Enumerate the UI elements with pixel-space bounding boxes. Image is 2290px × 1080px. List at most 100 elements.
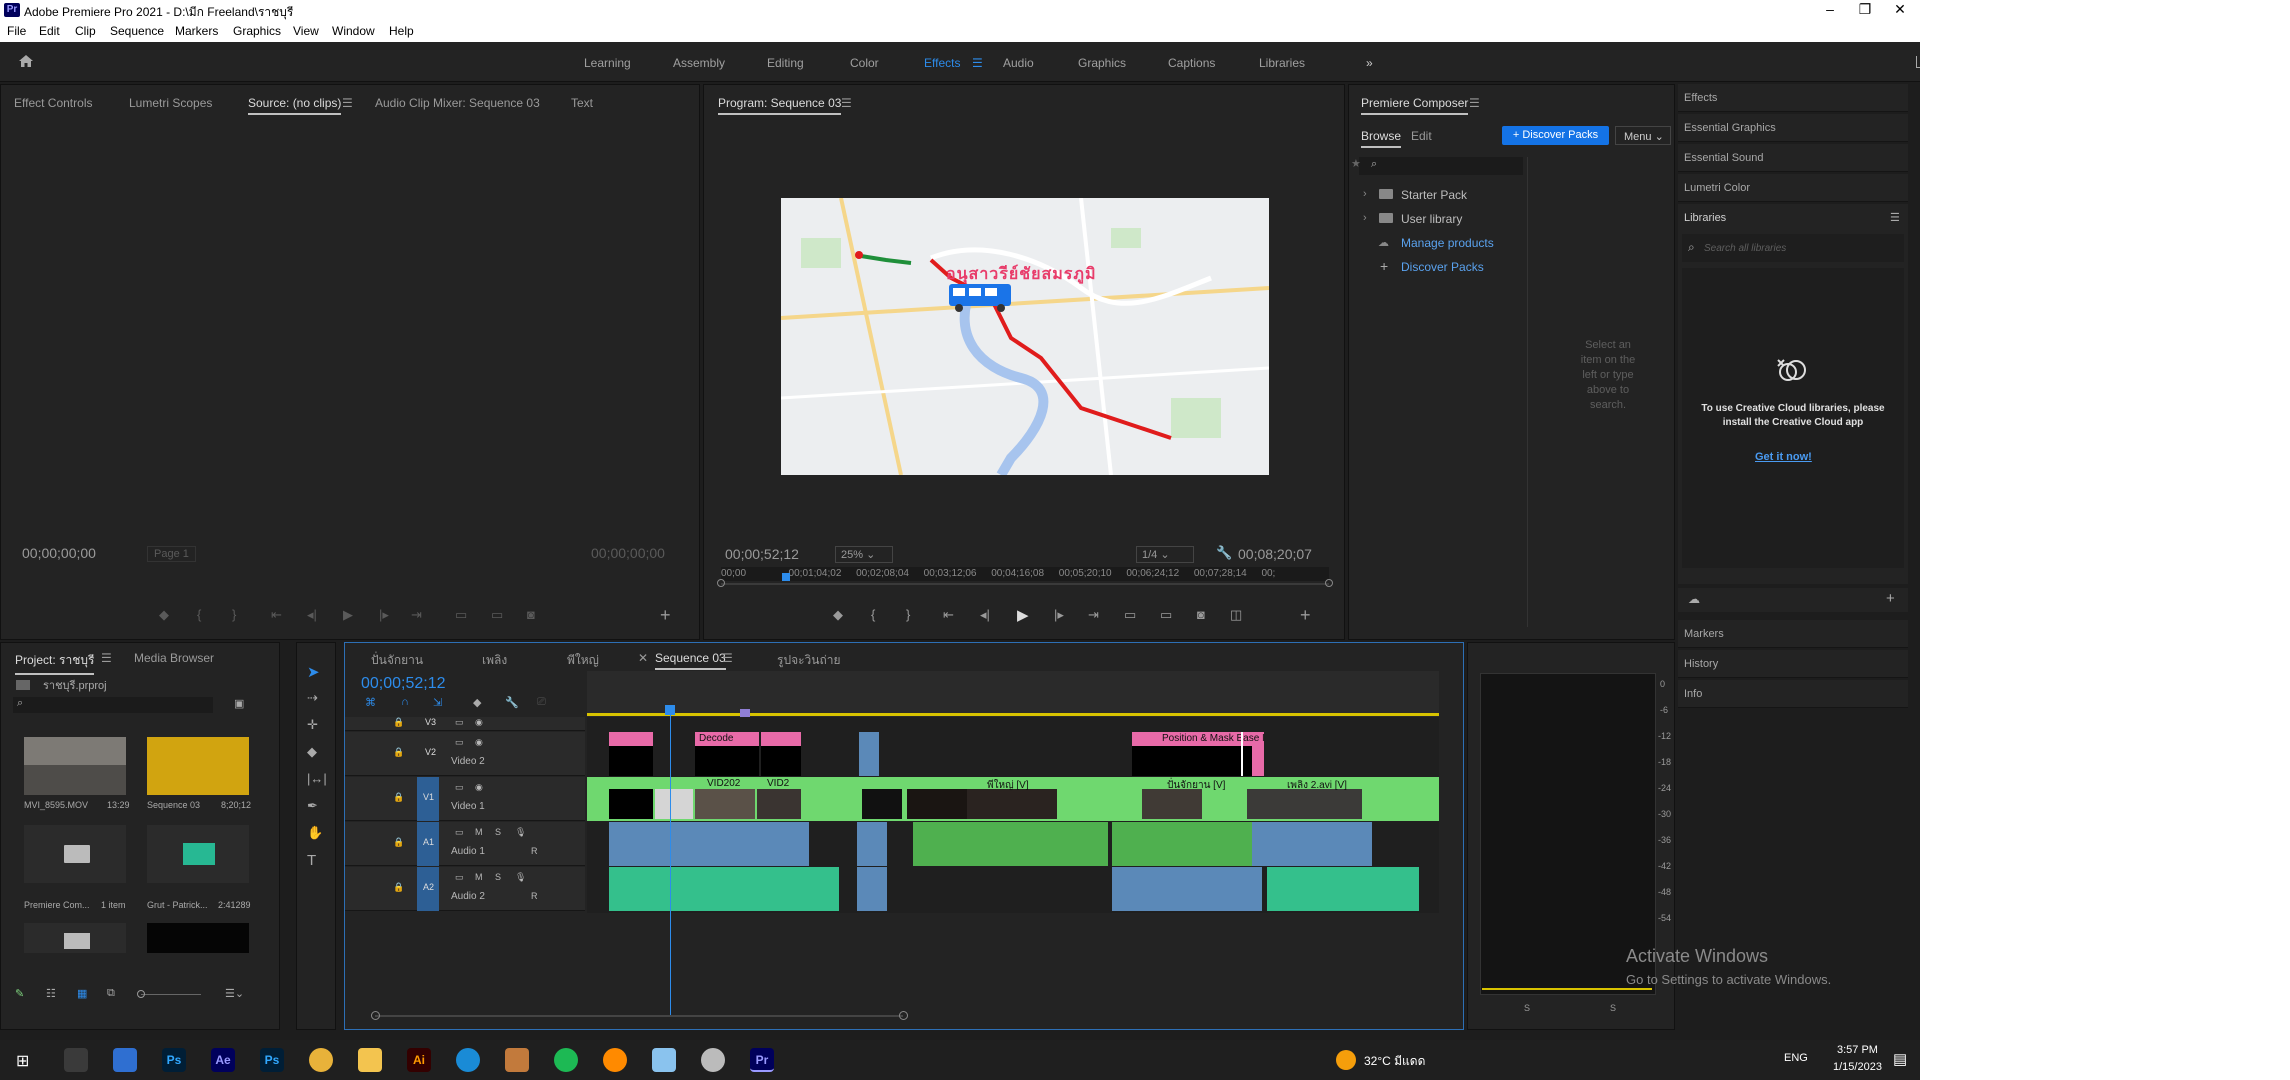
eye-icon[interactable]: ◉ (475, 782, 483, 793)
captions-icon[interactable]: ⎚ (537, 696, 546, 709)
meter-solo-left[interactable]: S (1524, 1003, 1530, 1013)
clip-a2-3[interactable] (1112, 867, 1262, 911)
program-playhead[interactable] (781, 573, 790, 581)
pencil-icon[interactable]: ✎ (15, 987, 24, 1000)
project-thumb-bin-2[interactable] (24, 923, 126, 953)
premiere-taskbar-icon[interactable]: Pr (750, 1048, 774, 1072)
clip-v2-1[interactable] (609, 732, 653, 776)
history-tab[interactable]: History (1678, 650, 1908, 678)
lock-icon[interactable]: 🔒 (393, 882, 404, 893)
composer-tab-browse[interactable]: Browse (1361, 129, 1402, 148)
program-scrub-start-handle[interactable] (717, 579, 725, 587)
clock-date[interactable]: 1/15/2023 (1833, 1061, 1882, 1073)
search-taskbar-icon[interactable] (64, 1048, 88, 1072)
program-scrub-end-handle[interactable] (1325, 579, 1333, 587)
lock-icon[interactable]: 🔒 (393, 747, 404, 758)
workspace-assembly[interactable]: Assembly (673, 56, 725, 70)
program-in-icon[interactable]: { (871, 607, 875, 622)
workspace-graphics[interactable]: Graphics (1078, 56, 1126, 70)
cloud-sync-icon[interactable]: ☁ (1688, 592, 1700, 606)
favorite-star-icon[interactable]: ★ (1351, 157, 1361, 170)
source-camera-icon[interactable]: ◙ (527, 607, 535, 622)
clip-v2-position[interactable]: Position & Mask Ease In (1132, 732, 1264, 776)
ripple-tool-icon[interactable]: ✛ (307, 717, 318, 733)
menu-graphics[interactable]: Graphics (233, 24, 281, 38)
clip-v2-4[interactable] (859, 732, 879, 776)
menu-window[interactable]: Window (332, 24, 375, 38)
clock-time[interactable]: 3:57 PM (1837, 1044, 1878, 1056)
program-step-fwd-icon[interactable]: |▸ (1054, 607, 1064, 623)
info-tab[interactable]: Info (1678, 680, 1908, 708)
lock-icon[interactable]: 🔒 (393, 717, 404, 728)
composer-item-starter-pack[interactable]: Starter Pack (1401, 188, 1467, 202)
slip-tool-icon[interactable]: |↔| (307, 771, 327, 786)
photoshop-2-icon[interactable]: Ps (260, 1048, 284, 1072)
clip-v2-3[interactable] (761, 732, 801, 776)
weather-text[interactable]: 32°C มีแดด (1364, 1052, 1425, 1071)
program-play-icon[interactable]: ▶ (1017, 606, 1029, 624)
mute-button[interactable]: M (475, 872, 483, 882)
program-menu-icon[interactable]: ☰ (841, 96, 852, 110)
program-resolution-select[interactable]: 1/4 ⌄ (1136, 546, 1194, 563)
expand-starter-pack-icon[interactable]: › (1363, 188, 1367, 200)
zoom-slider[interactable] (141, 994, 201, 995)
timeline-tab-1[interactable]: ปั่นจักยาน (371, 651, 423, 670)
snap-icon[interactable]: ∩ (401, 696, 409, 708)
file-explorer-icon[interactable] (358, 1048, 382, 1072)
expand-user-library-icon[interactable]: › (1363, 212, 1367, 224)
source-out-icon[interactable]: } (232, 607, 236, 622)
timeline-tab-5[interactable]: รูปจะวินถ่าย (777, 651, 841, 670)
source-goto-in-icon[interactable]: ⇤ (271, 607, 282, 623)
soundcloud-icon[interactable] (603, 1048, 627, 1072)
clip-a1-4[interactable] (1112, 822, 1262, 866)
illustrator-icon[interactable]: Ai (407, 1048, 431, 1072)
program-time-ruler[interactable]: 00;00 00;01;04;02 00;02;08;04 00;03;12;06 00… (721, 567, 1329, 581)
toggle-sync-icon[interactable]: ▭ (455, 717, 464, 728)
sort-icon[interactable]: ☰⌄ (225, 987, 244, 1000)
microphone-icon[interactable]: 🎙 (515, 827, 526, 838)
composer-menu-icon[interactable]: ☰ (1469, 96, 1480, 110)
media-browser-tab[interactable]: Media Browser (134, 651, 214, 665)
project-search-input[interactable] (13, 697, 213, 713)
source-play-icon[interactable]: ▶ (343, 607, 353, 623)
project-thumb-sequence[interactable] (147, 737, 249, 795)
project-tab[interactable]: Project: ราชบุรี (15, 651, 95, 675)
workspace-effects[interactable]: Effects (924, 56, 960, 70)
settings-app-icon[interactable] (701, 1048, 725, 1072)
solo-button[interactable]: S (495, 827, 501, 837)
maximize-button[interactable]: ❐ (1850, 1, 1880, 19)
workspace-menu-icon[interactable]: ☰ (972, 56, 983, 70)
timeline-tracks-area[interactable]: Decode Position & Mask Ease In VID202 VI… (587, 717, 1439, 913)
project-thumb-mvi[interactable] (24, 737, 126, 795)
program-step-back-icon[interactable]: ◂| (980, 607, 990, 623)
minimize-button[interactable]: – (1815, 1, 1845, 19)
more-workspaces-icon[interactable]: » (1366, 56, 1373, 70)
workspace-editing[interactable]: Editing (767, 56, 804, 70)
menu-sequence[interactable]: Sequence (110, 24, 164, 38)
tab-effect-controls[interactable]: Effect Controls (14, 96, 92, 110)
composer-item-discover-packs[interactable]: Discover Packs (1401, 260, 1484, 274)
menu-file[interactable]: File (7, 24, 26, 38)
tab-lumetri-scopes[interactable]: Lumetri Scopes (129, 96, 212, 110)
timeline-tab-2[interactable]: เพลิง (482, 651, 507, 670)
project-thumb-audio[interactable] (147, 825, 249, 883)
timeline-menu-icon[interactable]: ☰ (722, 651, 733, 665)
list-view-icon[interactable]: ☷ (46, 987, 56, 1000)
composer-search-input[interactable] (1359, 157, 1523, 175)
source-overwrite-icon[interactable]: ▭ (491, 607, 503, 623)
clip-v2-decode[interactable]: Decode (695, 732, 759, 776)
clip-a1-3[interactable] (913, 822, 1108, 866)
selection-tool-icon[interactable]: ➤ (307, 663, 320, 681)
source-goto-out-icon[interactable]: ⇥ (411, 607, 422, 623)
program-timecode[interactable]: 00;00;52;12 (725, 546, 799, 562)
project-menu-icon[interactable]: ☰ (101, 651, 112, 665)
program-goto-out-icon[interactable]: ⇥ (1088, 607, 1099, 623)
program-lift-icon[interactable]: ▭ (1124, 607, 1136, 623)
timeline-timecode[interactable]: 00;00;52;12 (361, 675, 446, 693)
pen-tool-icon[interactable]: ✒ (307, 798, 318, 814)
libraries-add-icon[interactable]: + (1886, 590, 1895, 607)
source-in-icon[interactable]: { (197, 607, 201, 622)
chrome-icon[interactable] (309, 1048, 333, 1072)
program-out-icon[interactable]: } (906, 607, 910, 622)
timeline-tab-3[interactable]: พีใหญ่ (567, 651, 599, 670)
